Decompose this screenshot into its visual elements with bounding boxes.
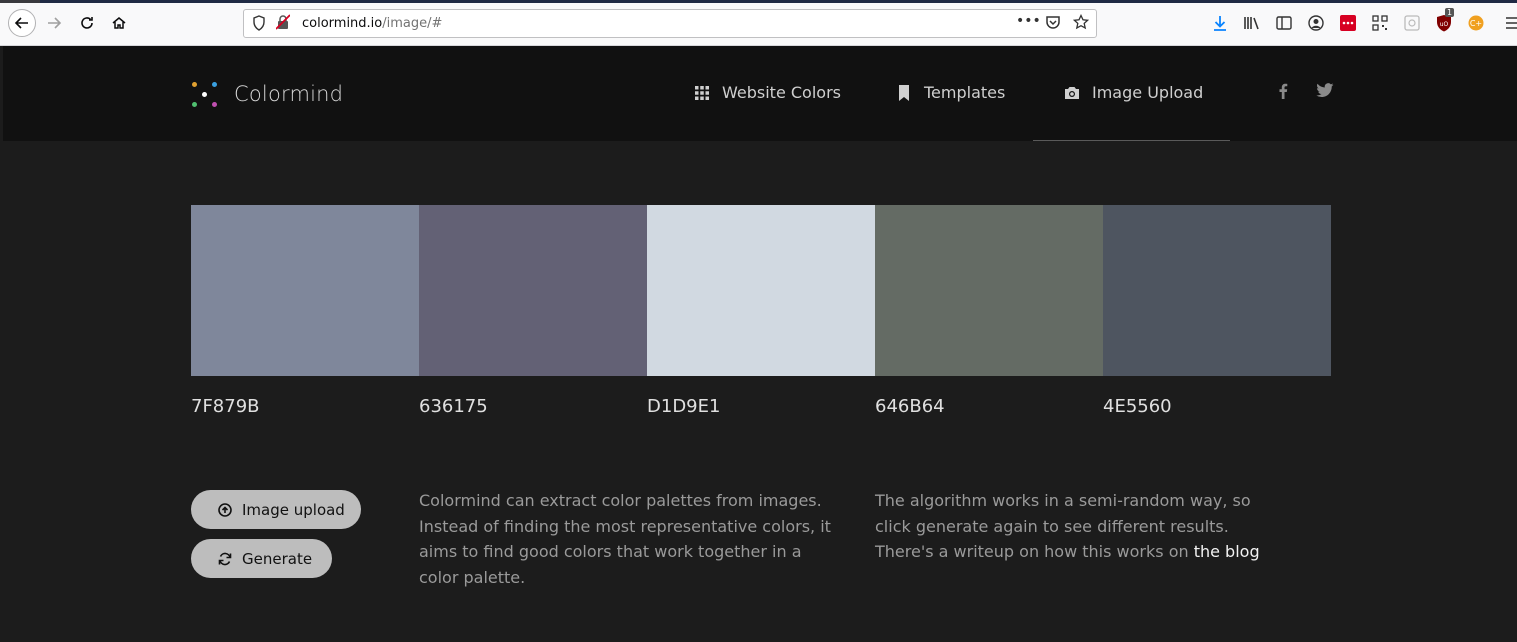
camera-icon — [1064, 85, 1080, 101]
extension-orange-icon[interactable]: C+ — [1467, 14, 1485, 32]
color-swatch[interactable] — [875, 205, 1103, 376]
bookmark-star-icon[interactable] — [1072, 13, 1090, 34]
blog-link[interactable]: the blog — [1194, 542, 1260, 561]
ublock-icon[interactable]: uO 1 — [1435, 8, 1455, 32]
url-path: /image/# — [382, 16, 443, 31]
nav-website-colors[interactable]: Website Colors — [694, 83, 841, 102]
colormind-logo-icon[interactable] — [191, 80, 221, 110]
library-icon[interactable] — [1243, 14, 1261, 32]
nav-templates[interactable]: Templates — [896, 83, 1005, 102]
sidebar-icon[interactable] — [1275, 14, 1293, 32]
hex-code[interactable]: 646B64 — [875, 396, 1103, 417]
site-header: Colormind Website Colors Templates Image… — [3, 46, 1517, 141]
button-label: Image upload — [242, 500, 345, 519]
account-icon[interactable] — [1307, 14, 1325, 32]
nav-label: Website Colors — [722, 83, 841, 102]
color-palette — [191, 205, 1331, 376]
home-icon — [112, 17, 126, 29]
arrow-left-icon — [14, 17, 28, 29]
download-icon[interactable] — [1211, 14, 1229, 32]
grid-icon — [694, 85, 710, 101]
refresh-icon — [218, 552, 232, 566]
ublock-badge: 1 — [1445, 8, 1455, 17]
page-actions-icon[interactable]: ••• — [1016, 13, 1041, 29]
logo-dot — [192, 102, 197, 107]
arrow-right-icon — [48, 17, 62, 29]
algorithm-paragraph: The algorithm works in a semi-random way… — [875, 488, 1275, 565]
pocket-icon[interactable] — [1045, 14, 1061, 34]
extension-grey-icon[interactable] — [1403, 14, 1421, 32]
home-button[interactable] — [105, 9, 133, 37]
back-button[interactable] — [8, 9, 36, 37]
logo-dot — [212, 82, 217, 87]
reload-icon — [81, 17, 93, 29]
bookmark-icon — [896, 84, 912, 101]
hex-code[interactable]: D1D9E1 — [647, 396, 875, 417]
nav-image-upload[interactable]: Image Upload — [1064, 83, 1203, 102]
color-swatch[interactable] — [647, 205, 875, 376]
address-bar[interactable]: colormind.io/image/# ••• — [243, 9, 1097, 38]
facebook-icon[interactable] — [1278, 83, 1288, 104]
logo-dot — [192, 82, 197, 87]
insecure-lock-icon[interactable] — [275, 14, 291, 30]
color-swatch[interactable] — [1103, 205, 1331, 376]
extension-red-icon[interactable] — [1339, 14, 1357, 32]
hex-code[interactable]: 636175 — [419, 396, 647, 417]
nav-active-indicator — [1033, 140, 1230, 141]
hex-code[interactable]: 7F879B — [191, 396, 419, 417]
nav-label: Templates — [924, 83, 1006, 102]
twitter-icon[interactable] — [1316, 83, 1334, 103]
color-swatch[interactable] — [191, 205, 419, 376]
description-paragraph: Colormind can extract color palettes fro… — [419, 491, 831, 587]
svg-text:C+: C+ — [1470, 19, 1482, 28]
browser-toolbar: colormind.io/image/# ••• uO 1 C+ — [0, 0, 1517, 46]
button-label: Generate — [242, 549, 313, 568]
upload-circle-icon — [218, 502, 232, 517]
hex-code[interactable]: 4E5560 — [1103, 396, 1331, 417]
url-host: colormind.io — [302, 16, 383, 31]
brand-name[interactable]: Colormind — [234, 82, 343, 106]
logo-dot — [212, 102, 217, 107]
nav-label: Image Upload — [1092, 83, 1204, 102]
logo-dot — [202, 92, 207, 97]
generate-button[interactable]: Generate — [191, 539, 332, 578]
reload-button[interactable] — [73, 9, 101, 37]
tab-strip — [0, 0, 1517, 3]
color-swatch[interactable] — [419, 205, 647, 376]
qr-code-icon[interactable] — [1371, 14, 1389, 32]
shield-icon[interactable] — [252, 15, 266, 35]
hex-codes: 7F879B 636175 D1D9E1 646B64 4E5560 — [191, 396, 1331, 417]
menu-icon[interactable] — [1503, 14, 1517, 32]
forward-button[interactable] — [40, 9, 68, 37]
image-upload-button[interactable]: Image upload — [191, 490, 361, 529]
svg-text:uO: uO — [1440, 21, 1449, 28]
url-text[interactable]: colormind.io/image/# — [302, 16, 442, 31]
